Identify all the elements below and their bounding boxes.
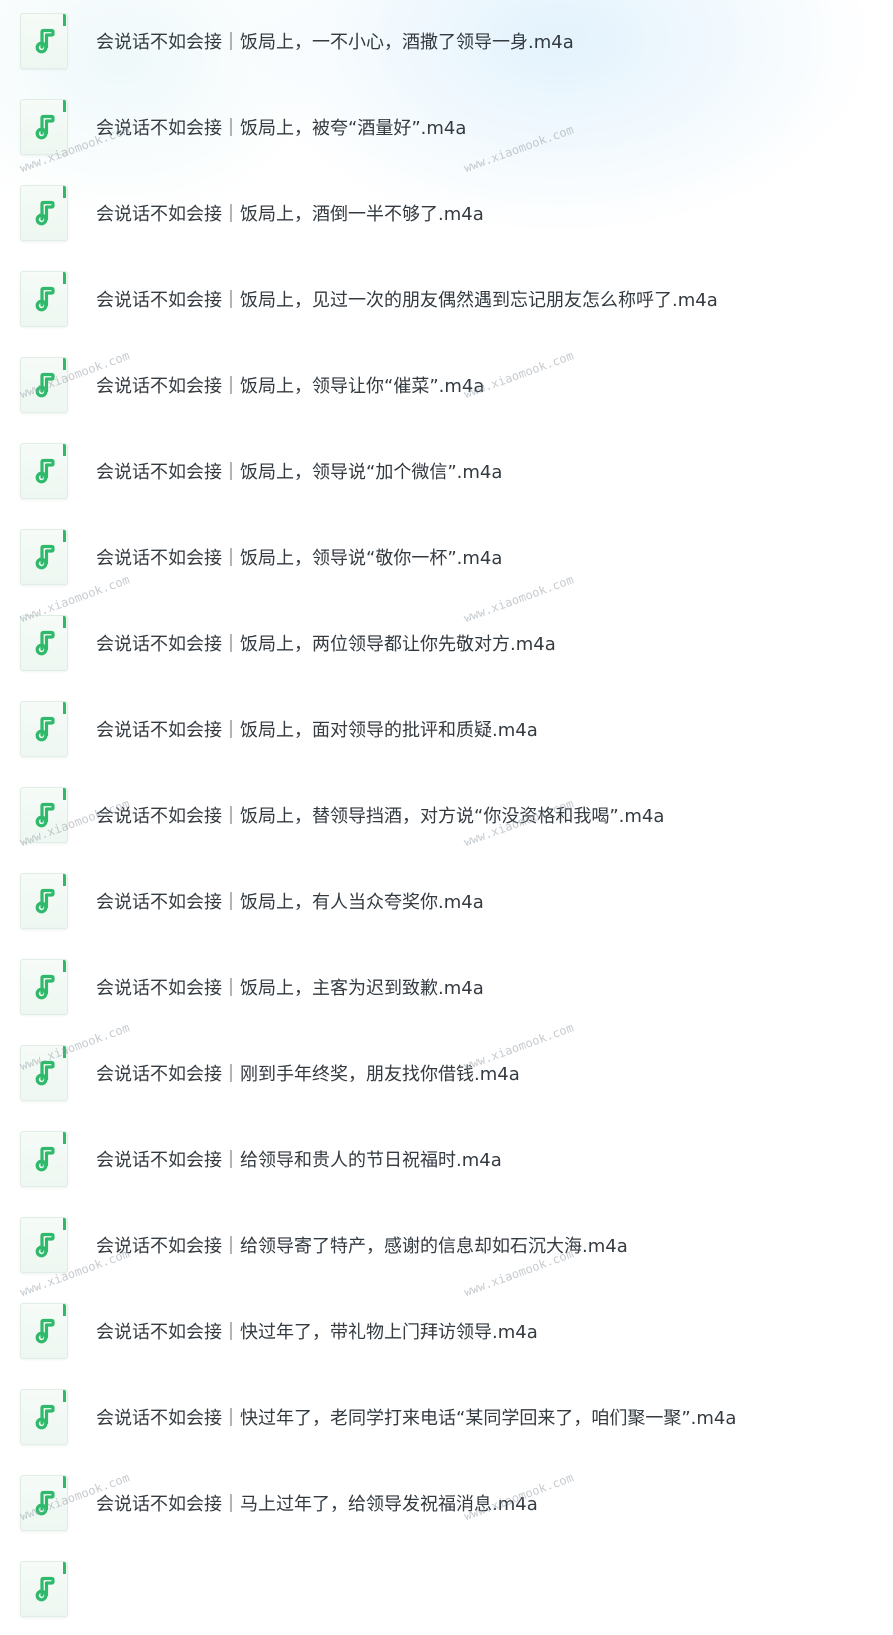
file-row[interactable] [0,1544,893,1634]
audio-file-icon [20,443,68,499]
file-row[interactable]: 会说话不如会接｜饭局上，两位领导都让你先敬对方.m4a [0,598,893,688]
file-name[interactable]: 会说话不如会接｜饭局上，领导让你“催菜”.m4a [96,372,484,398]
file-name[interactable]: 会说话不如会接｜饭局上，替领导挡酒，对方说“你没资格和我喝”.m4a [96,802,664,828]
file-corner-accent [63,1218,66,1230]
audio-file-icon [20,1303,68,1359]
file-row[interactable]: 会说话不如会接｜饭局上，见过一次的朋友偶然遇到忘记朋友怎么称呼了.m4a [0,254,893,344]
file-name[interactable]: 会说话不如会接｜饭局上，领导说“敬你一杯”.m4a [96,544,502,570]
audio-file-icon [20,1389,68,1445]
audio-file-icon [20,99,68,155]
file-name[interactable]: 会说话不如会接｜饭局上，酒倒一半不够了.m4a [96,200,484,226]
file-name[interactable]: 会说话不如会接｜快过年了，老同学打来电话“某同学回来了，咱们聚一聚”.m4a [96,1404,736,1430]
file-name[interactable]: 会说话不如会接｜饭局上，面对领导的批评和质疑.m4a [96,716,538,742]
file-corner-accent [63,1562,66,1574]
file-name[interactable]: 会说话不如会接｜饭局上，一不小心，酒撒了领导一身.m4a [96,28,574,54]
file-row[interactable]: 会说话不如会接｜马上过年了，给领导发祝福消息.m4a [0,1458,893,1548]
file-corner-accent [63,960,66,972]
file-row[interactable]: 会说话不如会接｜饭局上，酒倒一半不够了.m4a [0,168,893,258]
audio-file-icon [20,787,68,843]
file-corner-accent [63,1476,66,1488]
file-row[interactable]: 会说话不如会接｜饭局上，主客为迟到致歉.m4a [0,942,893,1032]
file-row[interactable]: 会说话不如会接｜饭局上，被夸“酒量好”.m4a [0,82,893,172]
file-row[interactable]: 会说话不如会接｜饭局上，替领导挡酒，对方说“你没资格和我喝”.m4a [0,770,893,860]
file-corner-accent [63,1132,66,1144]
file-name[interactable]: 会说话不如会接｜饭局上，领导说“加个微信”.m4a [96,458,502,484]
file-name[interactable]: 会说话不如会接｜饭局上，有人当众夸奖你.m4a [96,888,484,914]
file-name[interactable]: 会说话不如会接｜刚到手年终奖，朋友找你借钱.m4a [96,1060,520,1086]
file-corner-accent [63,702,66,714]
file-row[interactable]: 会说话不如会接｜饭局上，面对领导的批评和质疑.m4a [0,684,893,774]
audio-file-icon [20,271,68,327]
file-corner-accent [63,358,66,370]
audio-file-icon [20,529,68,585]
audio-file-icon [20,873,68,929]
file-corner-accent [63,530,66,542]
file-row[interactable]: 会说话不如会接｜饭局上，领导说“敬你一杯”.m4a [0,512,893,602]
file-row[interactable]: 会说话不如会接｜饭局上，领导说“加个微信”.m4a [0,426,893,516]
file-corner-accent [63,1390,66,1402]
audio-file-icon [20,1045,68,1101]
file-row[interactable]: 会说话不如会接｜快过年了，老同学打来电话“某同学回来了，咱们聚一聚”.m4a [0,1372,893,1462]
file-corner-accent [63,100,66,112]
file-corner-accent [63,186,66,198]
file-name[interactable]: 会说话不如会接｜给领导寄了特产，感谢的信息却如石沉大海.m4a [96,1232,628,1258]
file-corner-accent [63,1304,66,1316]
audio-file-icon [20,615,68,671]
audio-file-icon [20,1561,68,1617]
file-corner-accent [63,616,66,628]
file-row[interactable]: 会说话不如会接｜给领导和贵人的节日祝福时.m4a [0,1114,893,1204]
file-name[interactable]: 会说话不如会接｜给领导和贵人的节日祝福时.m4a [96,1146,502,1172]
file-row[interactable]: 会说话不如会接｜饭局上，领导让你“催菜”.m4a [0,340,893,430]
file-corner-accent [63,272,66,284]
audio-file-icon [20,13,68,69]
file-corner-accent [63,444,66,456]
file-name[interactable]: 会说话不如会接｜饭局上，见过一次的朋友偶然遇到忘记朋友怎么称呼了.m4a [96,286,718,312]
file-row[interactable]: 会说话不如会接｜给领导寄了特产，感谢的信息却如石沉大海.m4a [0,1200,893,1290]
audio-file-icon [20,1217,68,1273]
file-corner-accent [63,14,66,26]
file-name[interactable]: 会说话不如会接｜饭局上，主客为迟到致歉.m4a [96,974,484,1000]
file-name[interactable]: 会说话不如会接｜饭局上，两位领导都让你先敬对方.m4a [96,630,556,656]
file-row[interactable]: 会说话不如会接｜快过年了，带礼物上门拜访领导.m4a [0,1286,893,1376]
file-name[interactable]: 会说话不如会接｜饭局上，被夸“酒量好”.m4a [96,114,466,140]
file-corner-accent [63,1046,66,1058]
audio-file-icon [20,1475,68,1531]
audio-file-icon [20,357,68,413]
file-name[interactable]: 会说话不如会接｜马上过年了，给领导发祝福消息.m4a [96,1490,538,1516]
audio-file-icon [20,959,68,1015]
audio-file-icon [20,185,68,241]
file-corner-accent [63,874,66,886]
file-row[interactable]: 会说话不如会接｜饭局上，有人当众夸奖你.m4a [0,856,893,946]
file-list: 会说话不如会接｜饭局上，一不小心，酒撒了领导一身.m4a 会说话不如会接｜饭局上，… [0,0,893,1634]
audio-file-icon [20,701,68,757]
file-name[interactable]: 会说话不如会接｜快过年了，带礼物上门拜访领导.m4a [96,1318,538,1344]
file-row[interactable]: 会说话不如会接｜刚到手年终奖，朋友找你借钱.m4a [0,1028,893,1118]
audio-file-icon [20,1131,68,1187]
file-corner-accent [63,788,66,800]
file-row[interactable]: 会说话不如会接｜饭局上，一不小心，酒撒了领导一身.m4a [0,0,893,86]
